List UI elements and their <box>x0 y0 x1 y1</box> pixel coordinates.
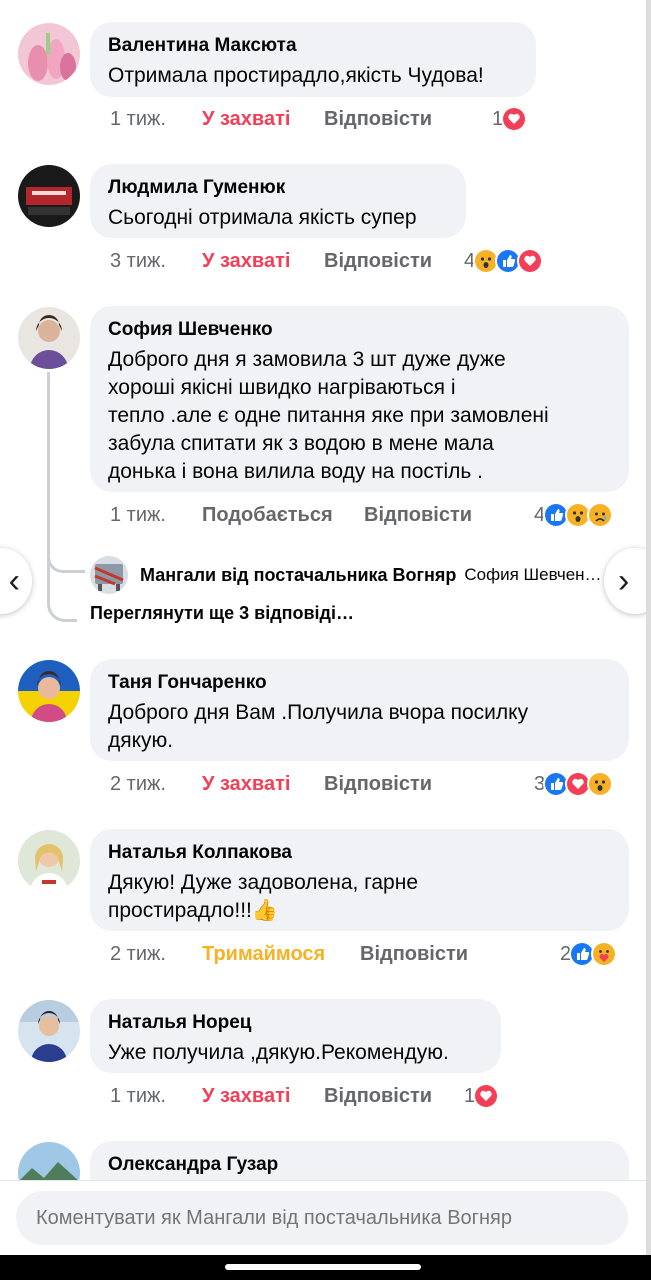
reply-author[interactable]: Мангали від постачальника Вогняр <box>140 565 456 586</box>
comment-actions: 1 тиж. Подобається Відповісти <box>110 500 550 530</box>
comment-text: Дякую! Дуже задоволена, гарне простирадл… <box>108 869 611 925</box>
reactions-summary[interactable]: 1 <box>492 104 528 134</box>
home-indicator[interactable] <box>225 1264 421 1270</box>
reaction-button[interactable]: Тримаймося <box>202 939 325 969</box>
system-nav-bar <box>0 1255 651 1280</box>
comment-text-line: хороші якісні швидко нагріваються і <box>108 376 456 399</box>
comment-actions: 2 тиж. Тримаймося Відповісти <box>110 939 550 969</box>
comment-bubble: Наталья Норец Уже получила ,дякую.Рекоме… <box>90 999 501 1073</box>
comments-page: Валентина Максюта Отримала простирадло,я… <box>0 0 651 1280</box>
comment-text-line: дякую. <box>108 729 174 752</box>
reply-button[interactable]: Відповісти <box>324 1081 432 1111</box>
reactions-summary[interactable]: 1 <box>464 1081 500 1111</box>
comment-author[interactable]: Людмила Гуменюк <box>108 176 448 200</box>
comment-author[interactable]: София Шевченко <box>108 318 611 342</box>
avatar[interactable] <box>18 23 80 85</box>
comment-author[interactable]: Наталья Норец <box>108 1011 483 1035</box>
like-button[interactable]: Подобається <box>202 500 333 530</box>
reaction-button[interactable]: У захваті <box>202 769 290 799</box>
comment-text: Доброго дня я замовила 3 шт дуже дуже хо… <box>108 346 611 486</box>
comment-author[interactable]: Валентина Максюта <box>108 34 518 58</box>
comment-author[interactable]: Таня Гончаренко <box>108 671 611 695</box>
view-more-replies-link[interactable]: Переглянути ще 3 відповіді… <box>90 603 354 624</box>
reaction-button[interactable]: У захваті <box>202 104 290 134</box>
comment-bubble: Валентина Максюта Отримала простирадло,я… <box>90 22 536 97</box>
avatar[interactable] <box>18 1000 80 1062</box>
page-avatar[interactable] <box>90 556 128 594</box>
comment-text-line: Дякую! Дуже задоволена, гарне <box>108 871 419 894</box>
comment-time[interactable]: 2 тиж. <box>110 769 166 799</box>
comment-author[interactable]: Олександра Гузар <box>108 1153 611 1177</box>
comment-text-line: тепло .але є одне питання яке при замовл… <box>108 404 549 427</box>
reply-preview-row[interactable]: Мангали від постачальника Вогняр София Ш… <box>90 555 602 595</box>
comment-input[interactable] <box>16 1191 628 1245</box>
comment-text: Отримала простирадло,якість Чудова! <box>108 64 484 87</box>
care-icon <box>591 941 618 967</box>
reply-button[interactable]: Відповісти <box>364 500 472 530</box>
previous-arrow-icon[interactable]: ‹ <box>0 548 32 614</box>
avatar[interactable] <box>18 660 80 722</box>
screen-edge <box>646 0 651 1255</box>
sad-icon <box>587 502 614 528</box>
reactions-summary[interactable]: 3 <box>534 769 614 799</box>
reactions-summary[interactable]: 4 <box>534 500 614 530</box>
comment-time[interactable]: 1 тиж. <box>110 500 166 530</box>
thread-connector <box>47 372 77 622</box>
love-icon <box>473 1083 500 1109</box>
comment-text-line: простирадло!!!👍 <box>108 899 279 922</box>
comment-text-line: Доброго дня я замовила 3 шт дуже дуже <box>108 348 506 371</box>
comment-bubble: Наталья Колпакова Дякую! Дуже задоволена… <box>90 829 629 931</box>
comment-time[interactable]: 2 тиж. <box>110 939 166 969</box>
love-icon <box>517 248 544 274</box>
comment-text-line: Доброго дня Вам .Получила вчора посилку <box>108 701 529 724</box>
comment-text: Уже получила ,дякую.Рекомендую. <box>108 1041 449 1064</box>
reaction-button[interactable]: У захваті <box>202 1081 290 1111</box>
comment-text-line: донька і вона вилила воду на постіль . <box>108 460 484 483</box>
comment-text: Сьогодні отримала якість супер <box>108 206 417 229</box>
next-arrow-icon[interactable]: › <box>604 548 651 614</box>
avatar[interactable] <box>18 307 80 369</box>
comment-actions: 2 тиж. У захваті Відповісти <box>110 769 550 799</box>
avatar[interactable] <box>18 165 80 227</box>
avatar[interactable] <box>18 830 80 892</box>
reply-button[interactable]: Відповісти <box>360 939 468 969</box>
comment-text-line: забула спитати як з водою в мене мала <box>108 432 494 455</box>
comment-bubble: София Шевченко Доброго дня я замовила 3 … <box>90 306 629 492</box>
reply-button[interactable]: Відповісти <box>324 104 432 134</box>
reply-preview-text: София Шевчен… <box>464 565 602 584</box>
reaction-button[interactable]: У захваті <box>202 246 290 276</box>
comment-bubble: Людмила Гуменюк Сьогодні отримала якість… <box>90 164 466 238</box>
love-icon <box>501 106 528 132</box>
comment-time[interactable]: 3 тиж. <box>110 246 166 276</box>
reply-button[interactable]: Відповісти <box>324 246 432 276</box>
reply-button[interactable]: Відповісти <box>324 769 432 799</box>
comment-bubble: Таня Гончаренко Доброго дня Вам .Получил… <box>90 659 629 761</box>
reactions-summary[interactable]: 4 <box>464 246 544 276</box>
comment-time[interactable]: 1 тиж. <box>110 104 166 134</box>
thread-branch <box>47 545 85 573</box>
reactions-summary[interactable]: 2 <box>560 939 618 969</box>
comment-time[interactable]: 1 тиж. <box>110 1081 166 1111</box>
comment-composer <box>0 1180 651 1255</box>
comment-text: Доброго дня Вам .Получила вчора посилку … <box>108 699 611 755</box>
comment-actions: 1 тиж. У захваті Відповісти <box>110 104 550 134</box>
comment-author[interactable]: Наталья Колпакова <box>108 841 611 865</box>
wow-icon <box>587 771 614 797</box>
